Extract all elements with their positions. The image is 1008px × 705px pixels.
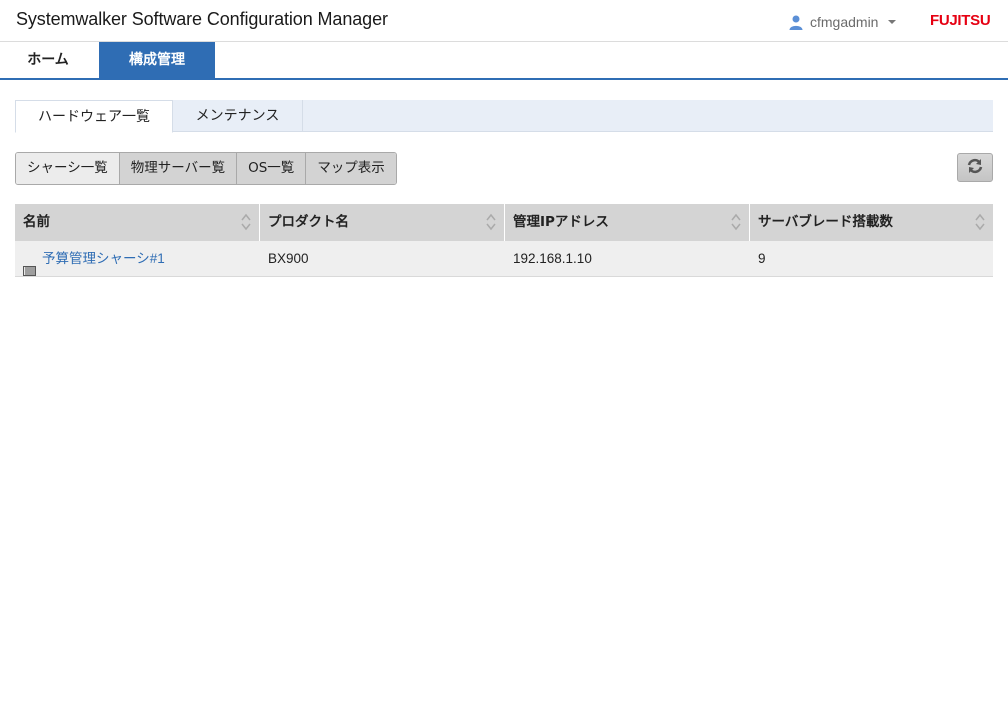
chassis-icon [23,254,36,276]
map-view-button[interactable]: マップ表示 [305,153,396,184]
sort-icon [975,213,985,231]
chassis-list-button[interactable]: シャーシ一覧 [16,153,119,184]
cell-ip: 192.168.1.10 [513,251,592,266]
chassis-link[interactable]: 予算管理シャーシ#1 [42,241,165,277]
physical-server-list-button[interactable]: 物理サーバー覧 [118,153,237,184]
sort-icon [731,213,741,231]
tab-hardware-list[interactable]: ハードウェア一覧 [15,100,173,133]
cell-product: BX900 [268,251,309,266]
chassis-table: 名前 プロダクト名 管理IPアドレス サーバブレード搭載数 予算管理シャーシ#1… [15,204,993,277]
column-label: サーバブレード搭載数 [758,214,893,230]
user-name: cfmgadmin [810,14,879,30]
refresh-icon [966,158,984,178]
sort-icon [486,213,496,231]
view-selector: シャーシ一覧 物理サーバー覧 OS一覧 マップ表示 [15,152,397,185]
app-header: Systemwalker Software Configuration Mana… [0,0,1008,42]
column-header-product[interactable]: プロダクト名 [260,204,505,241]
main-nav: ホーム 構成管理 [0,42,1008,80]
cell-blades: 9 [758,251,766,266]
column-header-name[interactable]: 名前 [15,204,260,241]
column-header-ip[interactable]: 管理IPアドレス [505,204,750,241]
chevron-down-icon [888,20,897,24]
column-label: プロダクト名 [268,214,349,230]
app-title: Systemwalker Software Configuration Mana… [16,9,388,29]
fujitsu-logo: FUJITSU [930,12,991,29]
column-header-blades[interactable]: サーバブレード搭載数 [750,204,993,241]
user-icon [788,14,804,30]
table-header: 名前 プロダクト名 管理IPアドレス サーバブレード搭載数 [15,204,993,241]
tab-configuration-management[interactable]: 構成管理 [99,42,215,78]
tab-home[interactable]: ホーム [0,42,96,78]
sub-tabs: ハードウェア一覧 メンテナンス [15,100,993,133]
refresh-button[interactable] [957,153,993,182]
column-label: 管理IPアドレス [513,214,609,230]
table-row[interactable]: 予算管理シャーシ#1 BX900 192.168.1.10 9 [15,241,993,277]
user-menu[interactable]: cfmgadmin [788,12,897,32]
tab-maintenance[interactable]: メンテナンス [173,100,303,132]
column-label: 名前 [23,214,50,230]
sort-icon [241,213,251,231]
os-list-button[interactable]: OS一覧 [236,153,306,184]
cell-name: 予算管理シャーシ#1 [15,241,260,277]
